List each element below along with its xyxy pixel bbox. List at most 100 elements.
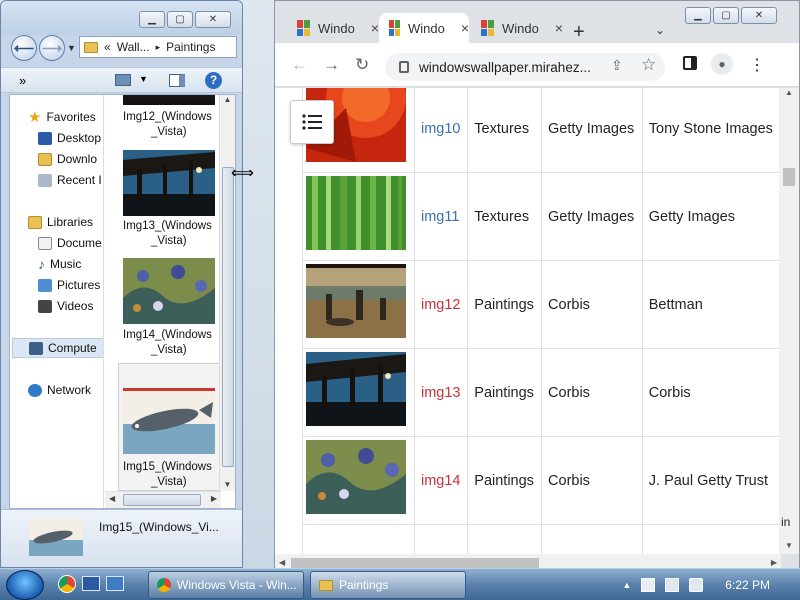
nav-documents[interactable]: Docume (38, 233, 102, 253)
back-button[interactable]: ⟵ (11, 35, 37, 61)
breadcrumb-wallpaper[interactable]: Wall... (117, 40, 150, 54)
page-scroll-down-icon[interactable]: ▼ (779, 541, 799, 550)
side-panel-icon[interactable] (683, 56, 697, 70)
file-thumbnail-img14[interactable] (123, 258, 215, 324)
nav-favorites[interactable]: ★ Favorites (28, 107, 96, 127)
thumbnail-img11[interactable] (306, 176, 406, 250)
name-cell[interactable]: img14 (413, 436, 469, 525)
minimize-button[interactable]: ▁ (139, 11, 165, 28)
file-list-horizontal-scrollbar[interactable]: ◀ ▶ (105, 491, 221, 508)
scroll-down-icon[interactable]: ▼ (220, 480, 235, 489)
share-icon[interactable]: ⇪ (611, 57, 623, 74)
tab-search-chevron-icon[interactable]: ⌄ (655, 23, 665, 37)
tab-close-icon[interactable]: × (461, 20, 469, 36)
chrome-pinned-icon[interactable] (58, 575, 76, 593)
browser-maximize-button[interactable]: ▢ (713, 7, 739, 24)
preview-pane-icon[interactable] (169, 74, 185, 87)
explorer-pinned-icon[interactable] (106, 576, 124, 591)
address-bar[interactable]: « Wall... ▸ Paintings (79, 36, 237, 58)
file-label-img12[interactable]: Img12_(Windows _Vista) (123, 110, 221, 140)
file-label-img15[interactable]: Img15_(Windows _Vista) (123, 460, 221, 490)
thumbnail-img13[interactable] (306, 352, 406, 426)
image-link[interactable]: img12 (421, 297, 461, 313)
profile-avatar-icon[interactable]: ● (711, 53, 733, 75)
image-link[interactable]: img10 (421, 121, 461, 137)
nav-pictures[interactable]: Pictures (38, 275, 100, 295)
address-omnibox[interactable]: windowswallpaper.mirahez... (385, 53, 665, 81)
nav-libraries[interactable]: Libraries (28, 212, 93, 232)
breadcrumb-overflow[interactable]: « (104, 40, 111, 54)
image-link[interactable]: img13 (421, 385, 461, 401)
tab-close-icon[interactable]: × (371, 20, 379, 36)
image-link[interactable]: img11 (421, 209, 459, 225)
tab-3[interactable]: Windo × (471, 13, 563, 43)
file-thumbnail-img15[interactable] (123, 388, 215, 454)
file-list-vertical-scrollbar[interactable]: ▲ ▼ (219, 95, 235, 491)
wallpaper-table: img10 Textures Getty Images Tony Stone I… (302, 88, 781, 554)
taskbar-clock[interactable]: 6:22 PM (725, 578, 770, 592)
toolbar-overflow-button[interactable]: » (19, 73, 26, 88)
network-status-icon[interactable] (665, 578, 680, 592)
explorer-titlebar[interactable]: ▁ ▢ ✕ (1, 1, 242, 35)
url-text[interactable]: windowswallpaper.mirahez... (419, 60, 591, 75)
pictures-icon (38, 278, 52, 292)
scroll-right-icon[interactable]: ▶ (211, 494, 217, 503)
page-vertical-scrollbar[interactable]: ▲ ▼ (779, 88, 799, 554)
forward-button[interactable]: ⟶ (39, 35, 65, 61)
views-icon[interactable] (115, 74, 131, 86)
desktop-pinned-icon[interactable] (82, 576, 100, 591)
close-button[interactable]: ✕ (195, 11, 231, 28)
recent-pages-chevron-icon[interactable]: ▼ (67, 43, 76, 53)
forward-arrow-icon[interactable]: → (323, 55, 340, 75)
scroll-left-icon[interactable]: ◀ (109, 494, 115, 503)
start-button[interactable] (6, 570, 44, 600)
tab-1[interactable]: Windo × (287, 13, 379, 43)
action-center-flag-icon[interactable] (641, 578, 656, 592)
horizontal-scroll-thumb[interactable] (123, 494, 201, 506)
scroll-up-icon[interactable]: ▲ (220, 95, 235, 104)
bookmark-star-icon[interactable]: ☆ (641, 55, 656, 75)
nav-videos[interactable]: Videos (38, 296, 93, 316)
file-thumbnail-img13[interactable] (123, 150, 215, 216)
nav-desktop[interactable]: Desktop (38, 128, 101, 148)
back-arrow-icon[interactable]: ← (291, 55, 308, 75)
new-tab-button[interactable]: + (573, 21, 585, 44)
nav-computer[interactable]: Compute (12, 338, 103, 358)
page-horizontal-thumb[interactable] (291, 558, 539, 568)
file-label-img13[interactable]: Img13_(Windows _Vista) (123, 219, 221, 249)
name-cell[interactable]: img10 (413, 88, 469, 173)
page-scroll-left-icon[interactable]: ◀ (279, 558, 285, 567)
maximize-button[interactable]: ▢ (167, 11, 193, 28)
nav-music[interactable]: ♪ Music (38, 254, 81, 274)
tab-2-active[interactable]: Windo × (379, 13, 469, 43)
name-cell[interactable]: img11 (413, 172, 469, 261)
image-link[interactable]: img14 (421, 473, 461, 489)
list-menu-button[interactable] (290, 100, 334, 144)
tab-close-icon[interactable]: × (555, 20, 563, 36)
nav-downloads[interactable]: Downlo (38, 149, 97, 169)
reload-icon[interactable]: ↻ (355, 55, 369, 75)
nav-network[interactable]: Network (28, 380, 91, 400)
page-vertical-thumb[interactable] (783, 168, 795, 186)
volume-muted-icon[interactable] (689, 578, 704, 592)
page-scroll-up-icon[interactable]: ▲ (779, 88, 799, 97)
browser-close-button[interactable]: ✕ (741, 7, 777, 24)
show-hidden-icons-icon[interactable]: ▲ (622, 580, 631, 590)
thumbnail-img14[interactable] (306, 440, 406, 514)
kebab-menu-icon[interactable]: ⋮ (749, 55, 765, 75)
browser-minimize-button[interactable]: ▁ (685, 7, 711, 24)
name-cell[interactable]: img13 (413, 348, 469, 437)
help-icon[interactable]: ? (205, 72, 222, 89)
thumbnail-img12[interactable] (306, 264, 406, 338)
taskbar-explorer-window[interactable]: Paintings (310, 571, 466, 599)
breadcrumb-paintings[interactable]: Paintings (166, 40, 215, 54)
nav-recent-places[interactable]: Recent I (38, 170, 102, 190)
vertical-scroll-thumb[interactable] (222, 167, 234, 467)
page-scroll-right-icon[interactable]: ▶ (771, 558, 777, 567)
file-thumbnail-img12[interactable] (123, 95, 215, 105)
file-label-img14[interactable]: Img14_(Windows _Vista) (123, 328, 221, 358)
views-dropdown-icon[interactable]: ▼ (139, 74, 148, 84)
breadcrumb-separator-icon[interactable]: ▸ (156, 42, 161, 53)
taskbar-chrome-window[interactable]: Windows Vista - Win... (148, 571, 304, 599)
name-cell[interactable]: img12 (413, 260, 469, 349)
